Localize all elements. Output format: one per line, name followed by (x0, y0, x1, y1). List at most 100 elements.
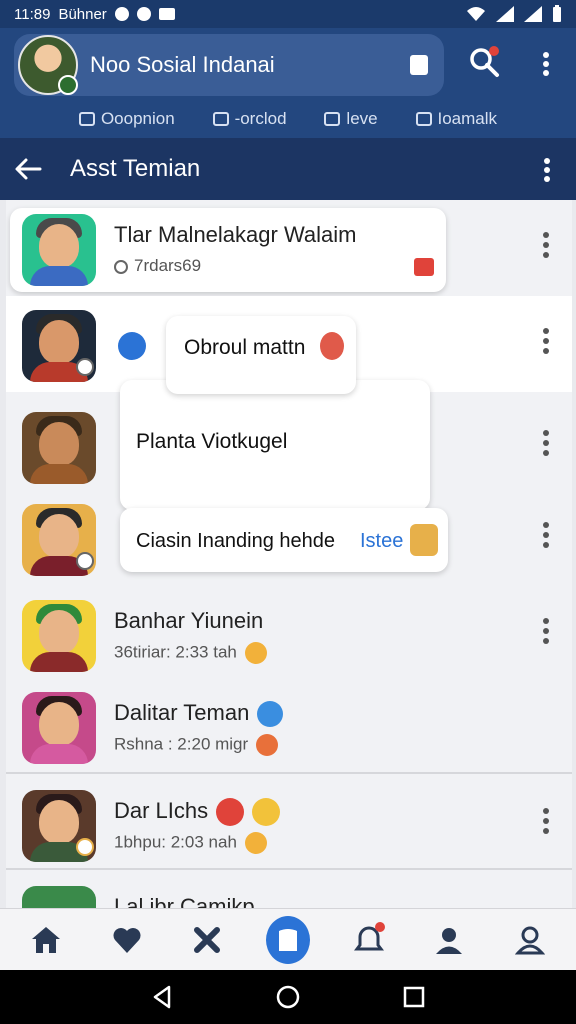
contact-name: Lal ibr Camikp (114, 894, 255, 908)
more-icon[interactable] (536, 156, 558, 184)
bag-icon[interactable] (410, 55, 428, 75)
page-title: Asst Temian (70, 155, 201, 182)
contact-name: Dar LIchs (114, 798, 281, 827)
contact-meta-text: 36tiriar: 2:33 tah (114, 642, 237, 662)
contact-meta-text: 7rdars69 (134, 256, 202, 275)
popup-item-2-label: Ciasin Inanding hehde (136, 530, 336, 552)
app-header: Noo Sosial Indanai Ooopnion -orclod leve… (0, 28, 576, 138)
app-title: Noo Sosial Indanai (90, 52, 275, 77)
divider (6, 772, 572, 774)
balloon-icon (216, 798, 245, 827)
chat-icon (324, 112, 341, 126)
more-icon[interactable] (536, 806, 556, 836)
emoji-icon (244, 832, 267, 854)
notification-badge (374, 921, 385, 932)
status-badge (76, 552, 94, 570)
home-icon (32, 926, 61, 953)
recents-square-icon[interactable] (403, 986, 425, 1008)
tools-icon (194, 926, 221, 953)
avatar-emoji-icon (320, 332, 344, 360)
wifi-icon (467, 7, 485, 21)
avatar (22, 886, 96, 908)
tab-label: Ooopnion (100, 109, 175, 128)
nav-tools[interactable] (185, 918, 229, 962)
more-icon[interactable] (534, 50, 558, 78)
notification-icon (136, 7, 151, 21)
book-icon (415, 112, 432, 126)
back-arrow-icon (15, 158, 42, 180)
home-circle-icon[interactable] (276, 985, 300, 1009)
avatar (22, 692, 96, 764)
back-triangle-icon[interactable] (151, 985, 173, 1009)
profile-avatar[interactable] (18, 35, 78, 95)
popup-item-2[interactable]: Ciasin Inanding hehde Istee (120, 508, 448, 572)
chat-bubble[interactable]: Obroul mattn (166, 316, 356, 394)
profile-pill[interactable]: Noo Sosial Indanai (14, 34, 444, 96)
list-item[interactable]: Dar LIchs 1bhpu: 2:03 nah (6, 776, 572, 872)
more-icon[interactable] (536, 520, 556, 550)
avatar-emoji-icon (410, 524, 438, 556)
status-carrier: Bühner (58, 5, 107, 23)
list-item[interactable]: Banhar Yiunein 36tiriar: 2:33 tah (6, 586, 572, 682)
avatar (22, 214, 96, 286)
contact-meta-text: Rshna : 2:20 migr (114, 734, 249, 754)
contact-name: Dalitar Teman (114, 700, 284, 728)
tab-bar: Ooopnion -orclod leve Ioamalk (0, 104, 576, 134)
nav-home[interactable] (24, 918, 68, 962)
contact-name-text: Dalitar Teman (114, 700, 250, 725)
signal-icon-2 (524, 6, 542, 22)
heart-emoji-icon (256, 734, 279, 756)
status-time: 11:89 (14, 5, 51, 23)
pin-icon (78, 112, 95, 126)
app-icon (158, 8, 175, 20)
nav-profile[interactable] (508, 918, 552, 962)
contact-meta: Rshna : 2:20 migr (114, 734, 279, 756)
battery-icon (553, 5, 561, 22)
person-icon (436, 927, 463, 954)
list-item[interactable]: Lal ibr Camikp (6, 872, 572, 908)
popup-item-1[interactable]: Planta Viotkugel (136, 430, 287, 454)
nav-friends[interactable] (427, 918, 471, 962)
contact-list: Tlar Malnelakagr Walaim 7rdars69 Obroul … (6, 200, 572, 908)
signal-icon (496, 6, 514, 22)
chat-title: Obroul mattn (184, 336, 306, 359)
note-icon (278, 928, 297, 951)
compose-button[interactable] (265, 915, 310, 964)
system-nav (0, 970, 576, 1024)
nav-compose[interactable] (265, 915, 310, 964)
more-icon[interactable] (536, 616, 556, 646)
more-icon[interactable] (536, 428, 556, 458)
tab-live[interactable]: leve (324, 104, 378, 134)
smile-emoji-icon (252, 798, 281, 827)
tab-label: -orclod (234, 109, 287, 128)
bottom-nav (0, 908, 576, 970)
contact-meta: 7rdars69 (114, 256, 201, 276)
search-icon[interactable] (466, 44, 502, 80)
list-item[interactable]: Dalitar Teman Rshna : 2:20 migr (6, 678, 572, 774)
contact-name: Tlar Malnelakagr Walaim (114, 222, 357, 247)
status-badge (76, 358, 94, 376)
divider (6, 868, 572, 870)
contact-name: Banhar Yiunein (114, 608, 264, 633)
avatar (22, 412, 96, 484)
sub-header: Asst Temian (0, 138, 576, 200)
nav-favorites[interactable] (105, 918, 149, 962)
back-button[interactable] (0, 138, 56, 200)
avatar (22, 600, 96, 672)
tab-opinion[interactable]: Ooopnion (78, 104, 175, 134)
verified-icon (118, 332, 146, 360)
tab-recorded[interactable]: -orclod (212, 104, 287, 134)
globe-icon (257, 701, 284, 728)
nav-notifications[interactable] (347, 918, 391, 962)
card-icon (212, 112, 229, 126)
clock-icon (114, 259, 128, 274)
list-item[interactable]: Tlar Malnelakagr Walaim 7rdars69 (6, 200, 572, 296)
popup-link[interactable]: Istee (360, 530, 403, 553)
tab-ioamalk[interactable]: Ioamalk (415, 104, 497, 134)
contact-meta-text: 1bhpu: 2:03 nah (114, 832, 237, 852)
more-icon[interactable] (536, 326, 556, 356)
status-badge (76, 838, 94, 856)
more-icon[interactable] (536, 230, 556, 260)
contact-meta: 36tiriar: 2:33 tah (114, 642, 267, 664)
contact-meta: 1bhpu: 2:03 nah (114, 832, 267, 854)
